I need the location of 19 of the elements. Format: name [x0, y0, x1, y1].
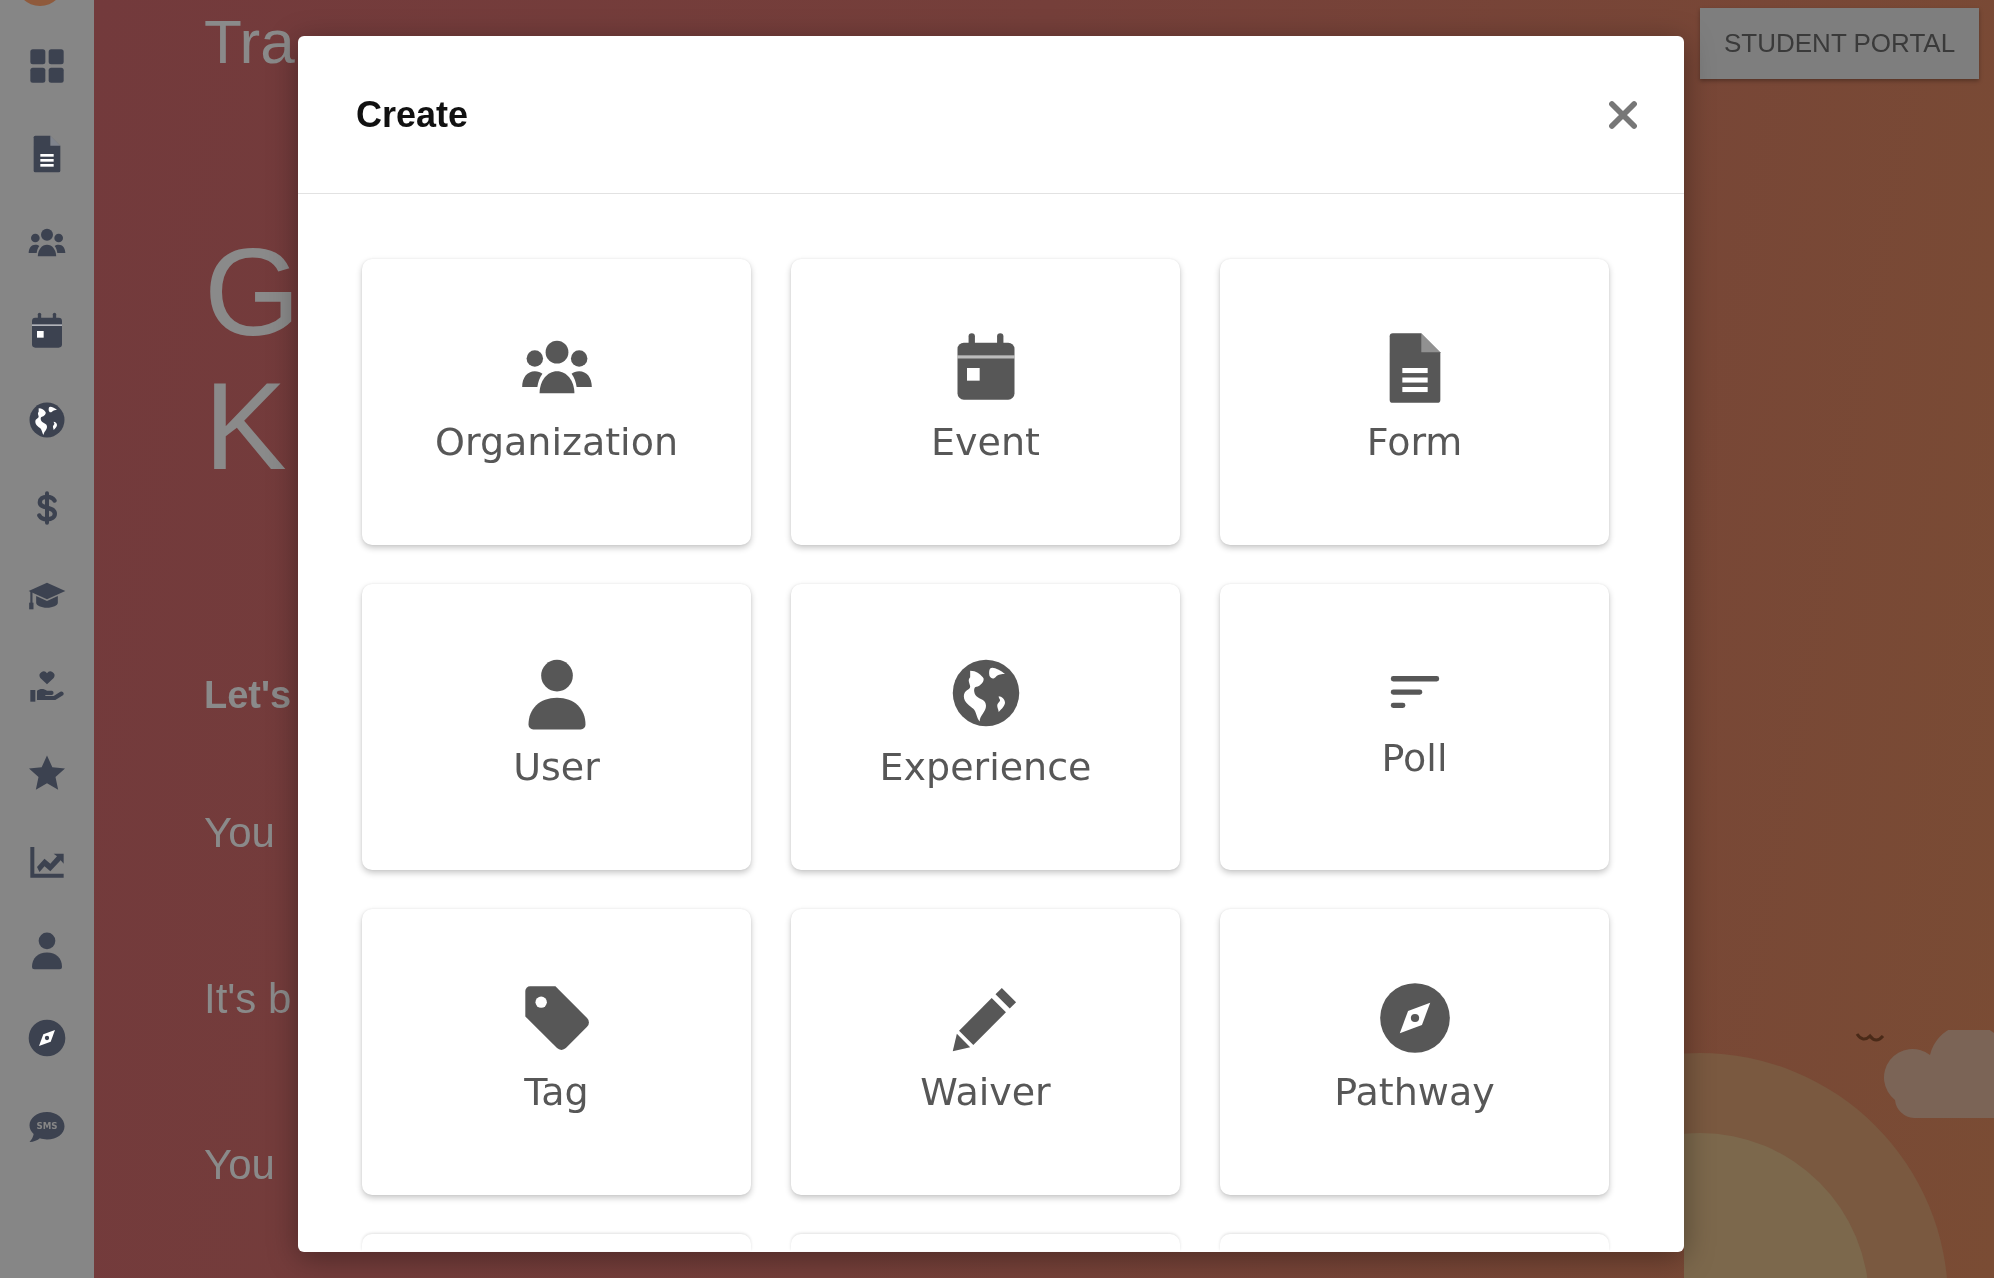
page-title: Tra: [204, 8, 296, 77]
dialog-title: Create: [356, 93, 469, 136]
hero-heading-line: K: [204, 360, 288, 494]
create-option-card[interactable]: Form: [1220, 259, 1609, 545]
paragraph-text: You: [204, 809, 276, 857]
create-option-card[interactable]: Pathway: [1220, 909, 1609, 1195]
dashboard-grid-icon[interactable]: [27, 46, 67, 86]
create-option-card[interactable]: User: [362, 584, 751, 870]
create-option-card[interactable]: Poll: [1220, 584, 1609, 870]
create-option-card[interactable]: Event: [791, 259, 1180, 545]
create-option-card[interactable]: Organization: [362, 259, 751, 545]
create-option-card[interactable]: Waiver: [791, 909, 1180, 1195]
paragraph-text: You: [204, 1141, 276, 1189]
section-subheading: Let's: [204, 674, 293, 717]
create-option-card[interactable]: Tag: [362, 909, 751, 1195]
paragraph-text: It's b: [204, 975, 293, 1023]
compass-icon[interactable]: [27, 1018, 67, 1059]
hero-heading-line: G: [204, 226, 302, 361]
create-option-card[interactable]: Experience: [791, 584, 1180, 870]
